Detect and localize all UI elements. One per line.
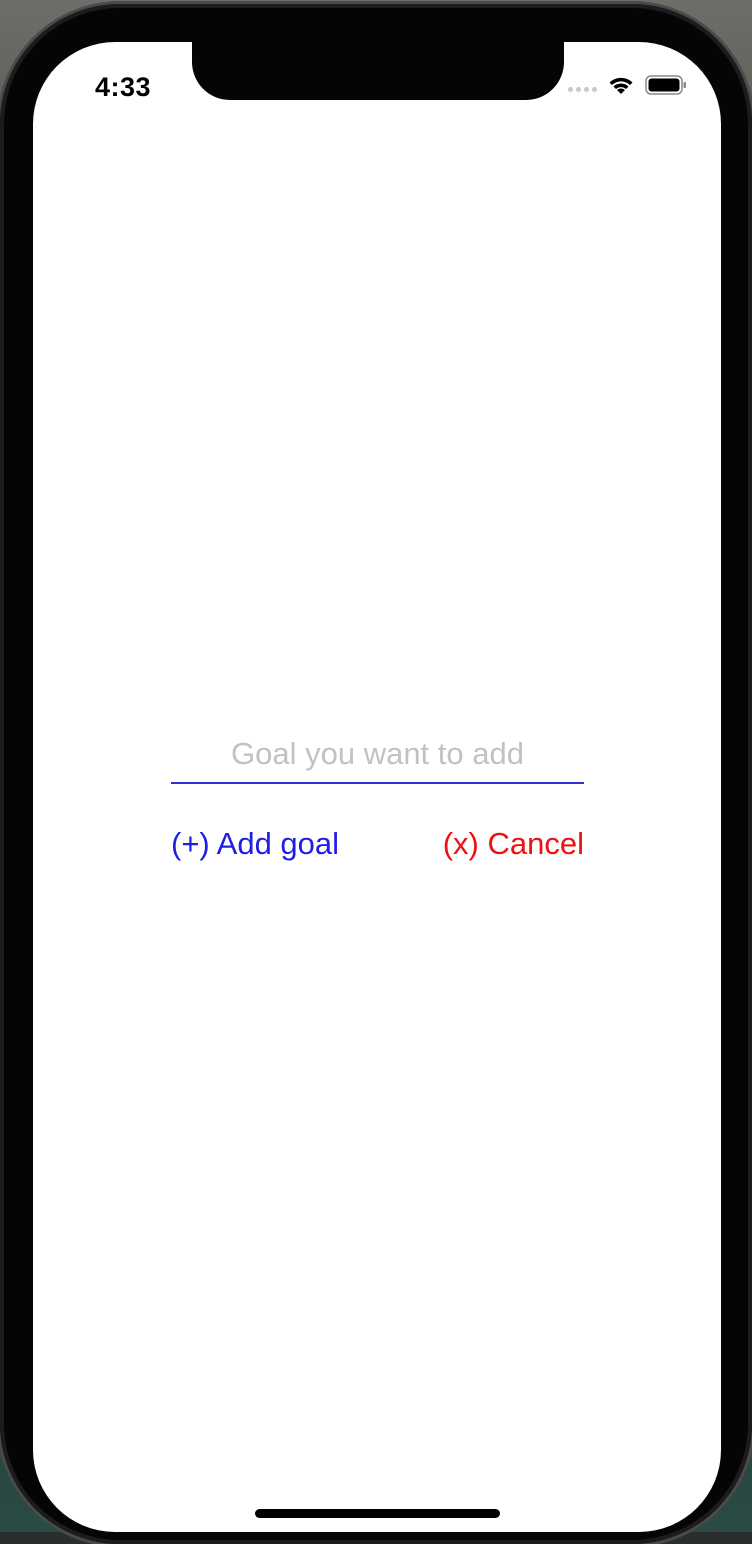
goal-input[interactable] xyxy=(171,732,584,784)
home-indicator[interactable] xyxy=(255,1509,500,1518)
notch xyxy=(192,42,564,100)
cancel-button[interactable]: (x) Cancel xyxy=(443,826,584,862)
add-goal-button[interactable]: (+) Add goal xyxy=(171,826,339,862)
wifi-icon xyxy=(607,74,635,96)
status-icons xyxy=(568,74,687,96)
battery-icon xyxy=(645,74,687,96)
signal-dots-icon xyxy=(568,86,597,92)
status-time: 4:33 xyxy=(95,72,152,102)
phone-frame: 4:33 (+) xyxy=(0,4,752,1544)
button-row: (+) Add goal (x) Cancel xyxy=(171,826,584,862)
phone-screen: 4:33 (+) xyxy=(33,42,721,1532)
goal-form: (+) Add goal (x) Cancel xyxy=(171,732,584,862)
